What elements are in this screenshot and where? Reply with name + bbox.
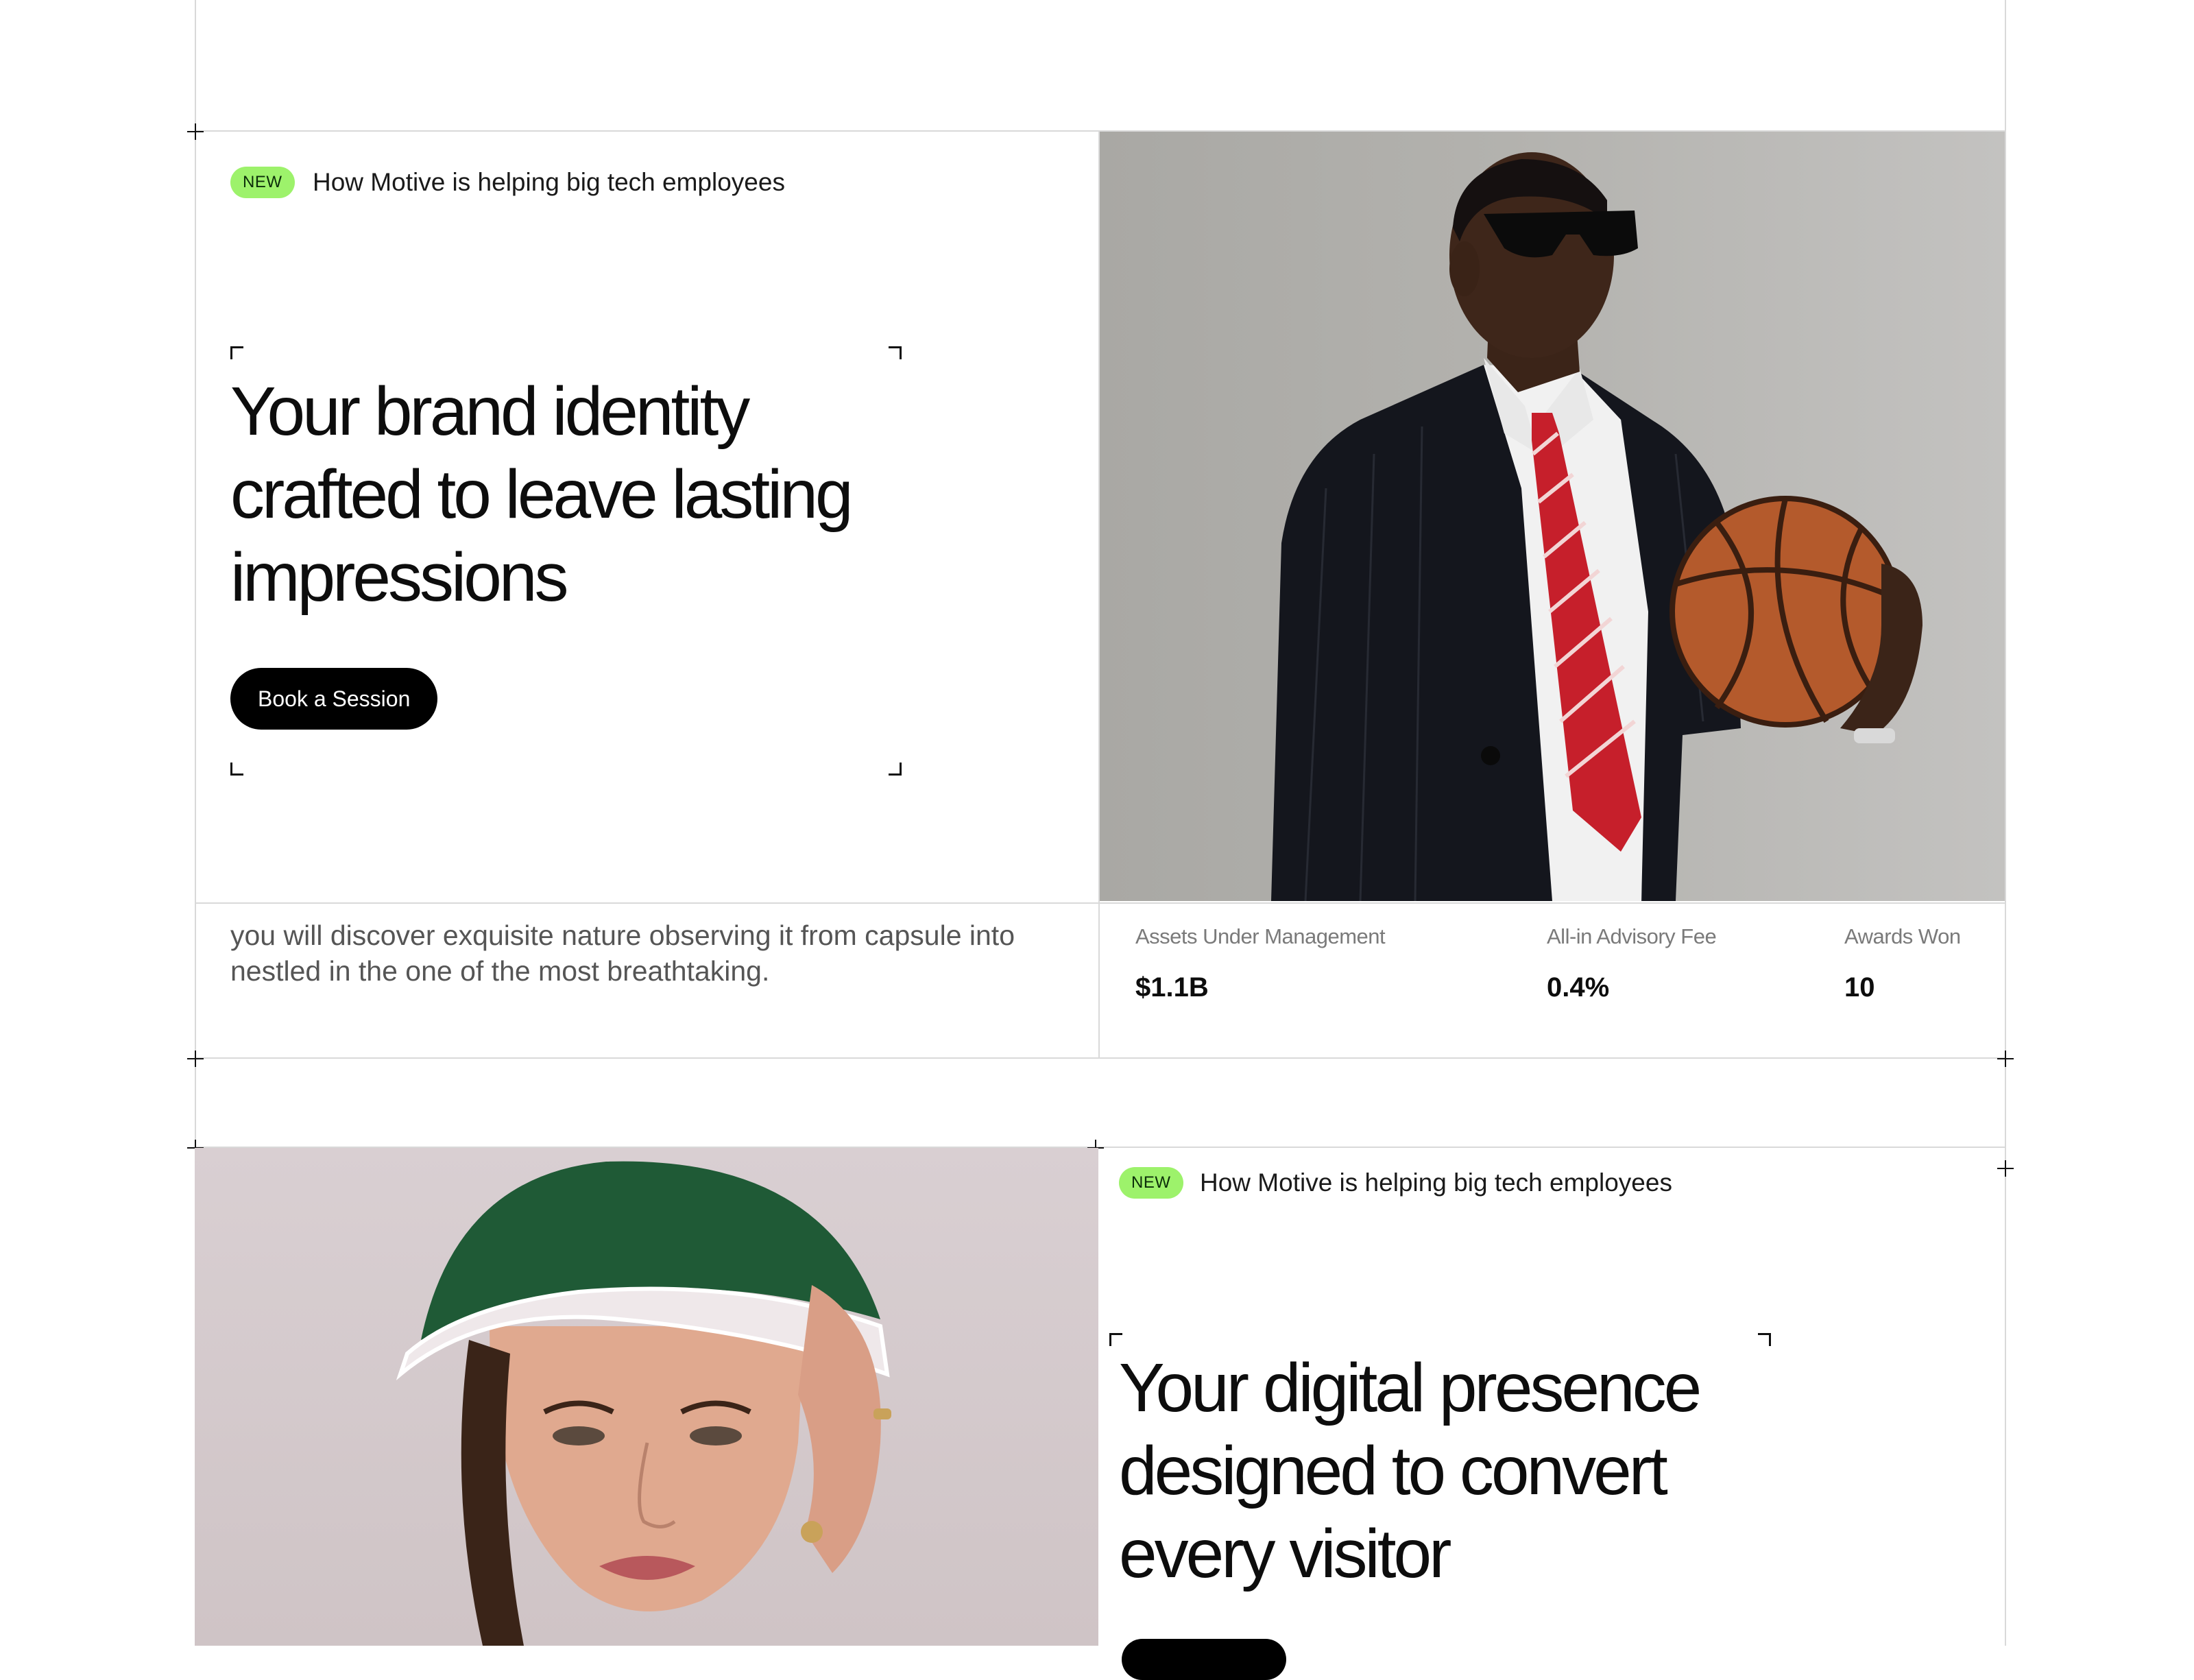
- grid-line-bottom: [195, 1057, 2006, 1059]
- businessman-illustration: [1271, 152, 1922, 901]
- hero-headline-line: Your brand identity: [230, 373, 750, 450]
- section2-headline-line: every visitor: [1119, 1515, 1451, 1592]
- hero-description: you will discover exquisite nature obser…: [230, 920, 1015, 987]
- frame-corner: [230, 346, 243, 359]
- hero-headline-line: crafted to leave lasting: [230, 456, 854, 533]
- frame-corner: [889, 763, 902, 776]
- hero-photo: [1100, 132, 2005, 901]
- crosshair-icon: [187, 123, 204, 140]
- section2-headline-line: designed to convert: [1119, 1432, 1668, 1509]
- hero-headline: Your brand identity crafted to leave las…: [230, 370, 854, 619]
- stat-value-aum: $1.1B: [1135, 972, 1209, 1003]
- section2-headline: Your digital presence designed to conver…: [1119, 1347, 1702, 1596]
- grid-line-right: [2005, 0, 2006, 1646]
- frame-corner: [1109, 1333, 1122, 1346]
- section2-tagline-link[interactable]: How Motive is helping big tech employees: [1200, 1167, 1672, 1199]
- stat-value-awards: 10: [1844, 972, 1875, 1003]
- stat-value-fee: 0.4%: [1547, 972, 1610, 1003]
- crosshair-icon: [187, 1051, 204, 1067]
- woman-cap-illustration: [396, 1161, 891, 1646]
- section2-cta-button[interactable]: [1122, 1639, 1286, 1680]
- portrait-photo: [195, 1148, 1098, 1646]
- new-badge: NEW: [1119, 1167, 1183, 1199]
- stat-label-awards: Awards Won: [1844, 924, 1961, 948]
- frame-corner: [230, 763, 243, 776]
- grid-line-mid: [195, 902, 2006, 904]
- crosshair-icon: [1997, 1051, 2014, 1067]
- crosshair-icon: [1997, 1160, 2014, 1177]
- hero-headline-line: impressions: [230, 539, 568, 616]
- book-session-button[interactable]: Book a Session: [230, 668, 438, 730]
- stat-label-aum: Assets Under Management: [1135, 924, 1386, 948]
- new-badge: NEW: [230, 167, 295, 198]
- frame-corner: [889, 346, 902, 359]
- hero-tagline-link[interactable]: How Motive is helping big tech employees: [313, 167, 785, 198]
- frame-corner: [1758, 1333, 1771, 1346]
- stat-label-fee: All-in Advisory Fee: [1547, 924, 1717, 948]
- section2-headline-line: Your digital presence: [1119, 1349, 1702, 1426]
